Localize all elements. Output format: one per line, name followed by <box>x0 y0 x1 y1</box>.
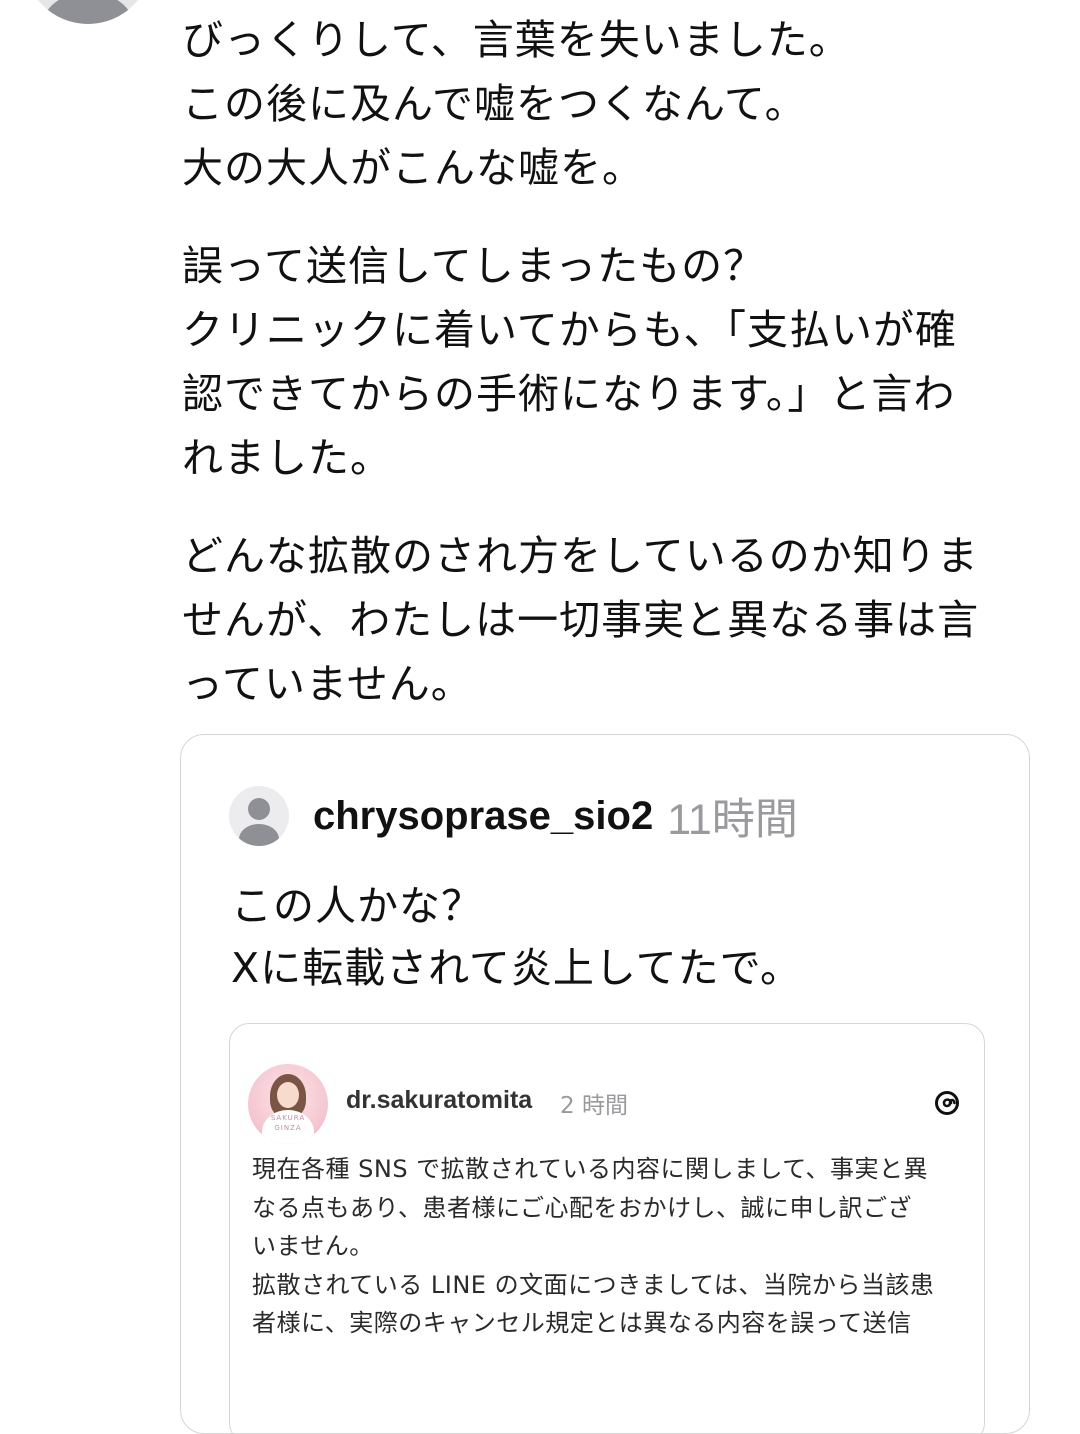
threads-icon[interactable] <box>932 1088 962 1118</box>
avatar-body-icon <box>239 824 279 846</box>
embedded-post-text: 現在各種 SNS で拡散されている内容に関しまして、事実と異 なる点もあり、患者… <box>252 1150 972 1343</box>
post-paragraph: びっくりして、言葉を失いました。 この後に及んで嘘をつくなんて。 大の大人がこん… <box>182 16 851 192</box>
quoted-timestamp: 11時間 <box>667 796 798 844</box>
quoted-user-avatar[interactable] <box>229 786 289 846</box>
quoted-username[interactable]: chrysoprase_sio2 <box>313 794 653 839</box>
quoted-post-card[interactable]: chrysoprase_sio2 11時間 この人かな？ Xに転載されて炎上して… <box>180 734 1030 1434</box>
embedded-paragraph: 拡散されている LINE の文面につきましては、当院から当該患 者様に、実際のキ… <box>252 1270 935 1338</box>
embedded-post-card[interactable]: SAKURA GINZA dr.sakuratomita 2 時間 現在各種 S… <box>229 1023 985 1433</box>
embedded-paragraph: 現在各種 SNS で拡散されている内容に関しまして、事実と異 なる点もあり、患者… <box>252 1155 929 1260</box>
embedded-username[interactable]: dr.sakuratomita <box>346 1086 532 1115</box>
embedded-timestamp: 2 時間 <box>560 1093 628 1119</box>
avatar-logo-text-top: SAKURA <box>270 1114 306 1122</box>
quoted-post-header: chrysoprase_sio2 11時間 <box>229 785 798 847</box>
quoted-post-text: この人かな？ Xに転載されて炎上してたで。 <box>231 882 802 992</box>
avatar-silhouette-icon <box>42 0 134 24</box>
post-paragraph: どんな拡散のされ方をしているのか知りま せんが、わたしは一切事実と異なる事は言 … <box>182 532 980 708</box>
post-body: びっくりして、言葉を失いました。 この後に及んで嘘をつくなんて。 大の大人がこん… <box>182 8 1052 750</box>
post-paragraph: 誤って送信してしまったもの？ クリニックに着いてからも、「支払いが確 認できてか… <box>182 242 958 482</box>
avatar-logo-text-bottom: GINZA <box>274 1124 302 1132</box>
avatar-head-icon <box>248 798 270 820</box>
embedded-user-avatar[interactable]: SAKURA GINZA <box>248 1064 328 1144</box>
avatar-face-shape <box>277 1082 299 1108</box>
author-avatar[interactable] <box>24 0 152 24</box>
